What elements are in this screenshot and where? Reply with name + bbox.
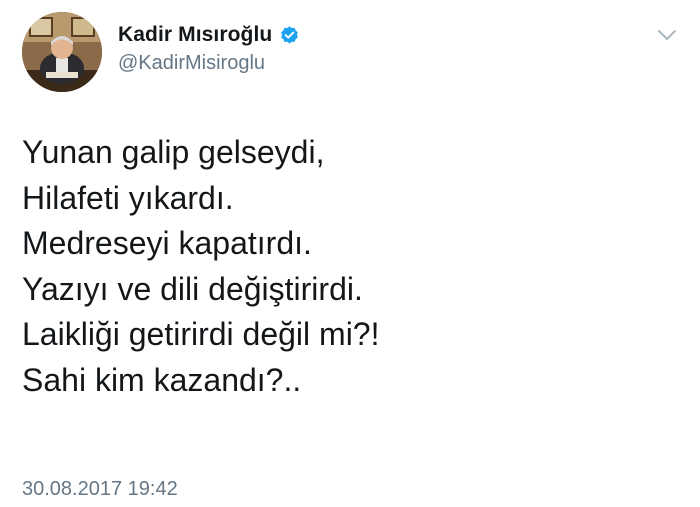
author-display-name[interactable]: Kadir Mısıroğlu: [118, 23, 272, 47]
verified-badge-icon: [279, 25, 300, 46]
chevron-down-icon[interactable]: [656, 24, 678, 46]
author-handle[interactable]: @KadirMisiroglu: [118, 52, 300, 75]
tweet-text-line: Laikliği getirirdi değil mi?!: [22, 316, 380, 352]
tweet-timestamp[interactable]: 30.08.2017 19:42: [22, 478, 178, 501]
tweet-text-line: Medreseyi kapatırdı.: [22, 225, 312, 261]
tweet-text-line: Sahi kim kazandı?..: [22, 361, 302, 398]
tweet-text-line: Hilafeti yıkardı.: [22, 179, 234, 216]
tweet-card: Kadir Mısıroğlu @KadirMisiroglu Yunan ga…: [0, 0, 700, 507]
author-name-row: Kadir Mısıroğlu: [118, 22, 300, 48]
avatar[interactable]: [22, 12, 102, 92]
avatar-photo: [22, 12, 102, 92]
tweet-text-line: Yunan galip gelseydi,: [22, 134, 325, 170]
tweet-text-line: Yazıyı ve dili değiştirirdi.: [22, 270, 363, 307]
author-block: Kadir Mısıroğlu @KadirMisiroglu: [118, 22, 300, 75]
tweet-text: Yunan galip gelseydi, Hilafeti yıkardı. …: [22, 130, 682, 403]
